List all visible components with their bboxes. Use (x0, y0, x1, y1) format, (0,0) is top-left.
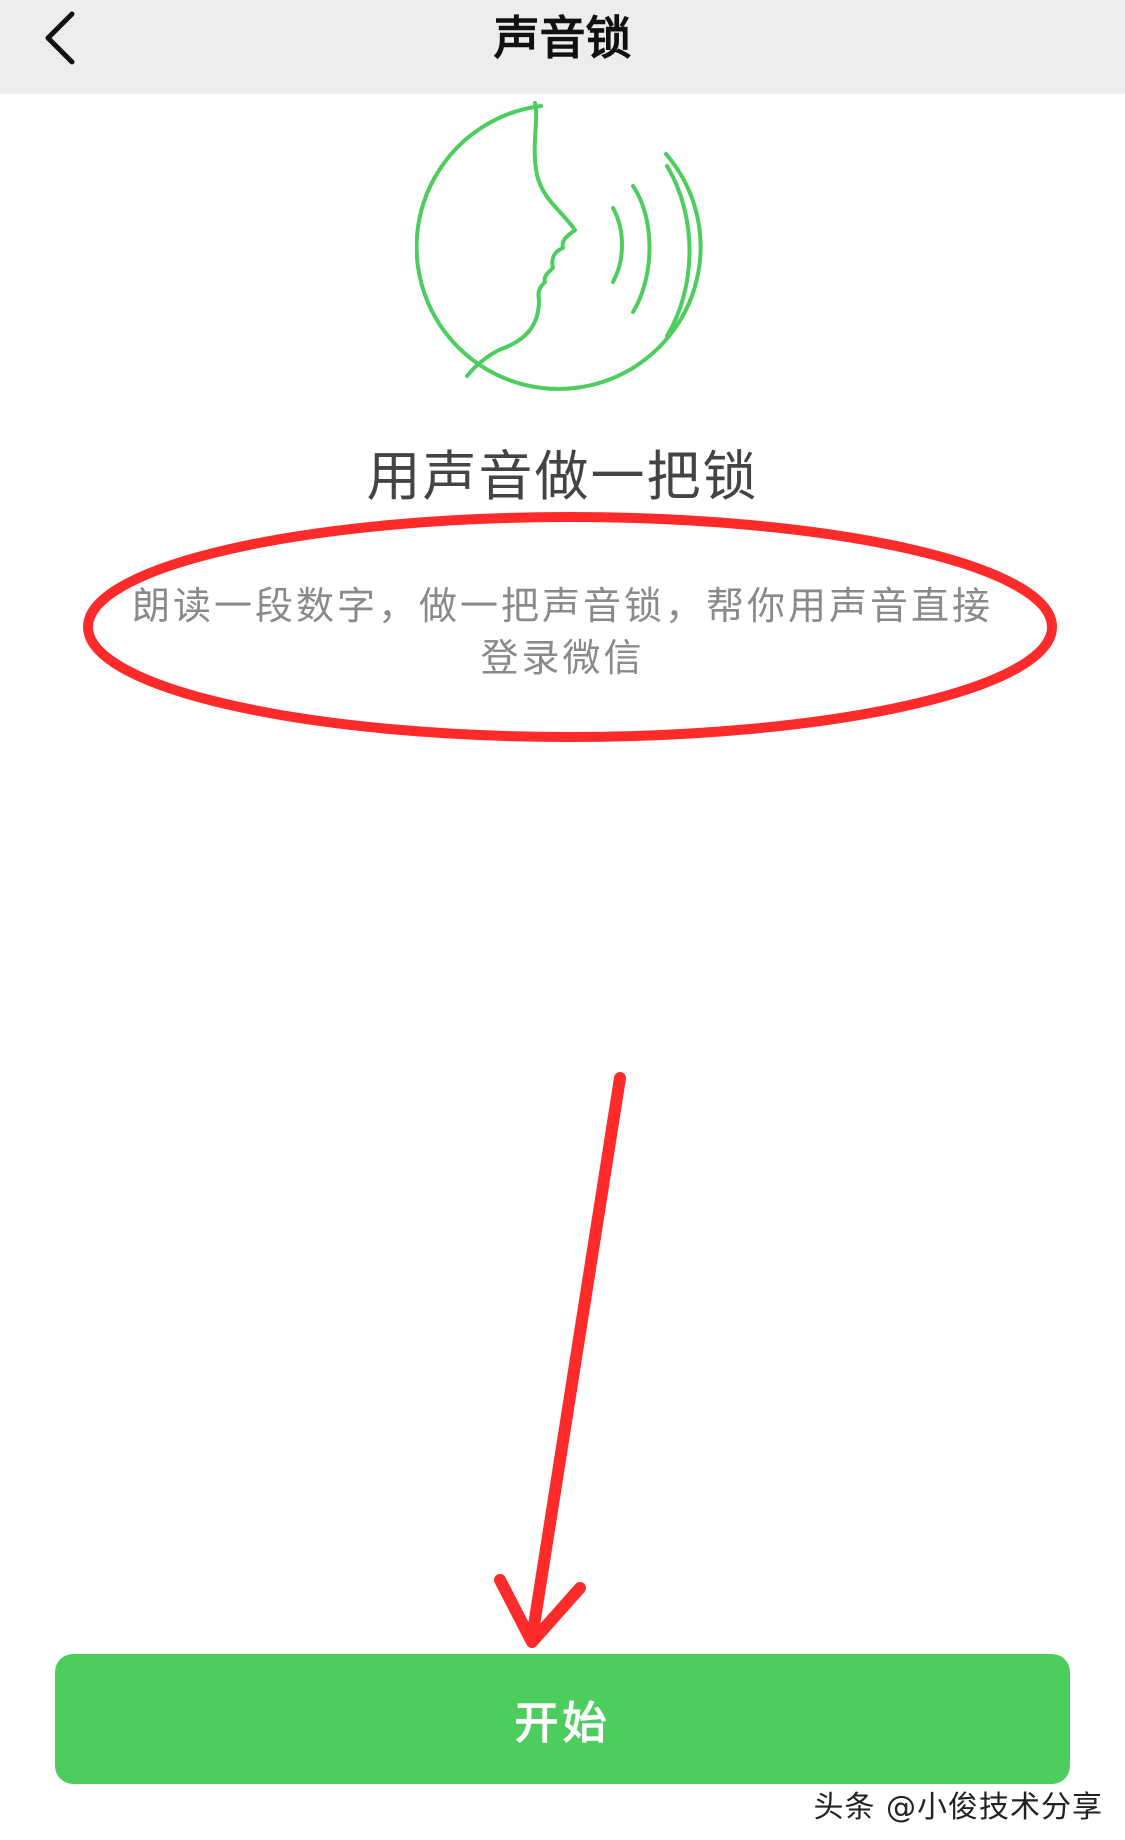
voice-lock-screen: 声音锁 用声音做一把锁 朗读一段数字，做一把声音锁，帮你用声音直接登录微信 开始… (0, 0, 1125, 1840)
description-text: 朗读一段数字，做一把声音锁，帮你用声音直接登录微信 (131, 584, 993, 680)
speaking-face-icon (415, 101, 703, 391)
annotation-arrow-shaft (526, 1072, 626, 1644)
page-title: 声音锁 (493, 11, 632, 65)
watermark: 头条 @小俊技术分享 (813, 1790, 1103, 1825)
annotation-arrow-head (494, 1574, 586, 1648)
headline: 用声音做一把锁 (366, 445, 759, 508)
start-button[interactable]: 开始 (55, 1654, 1070, 1784)
navigation-bar: 声音锁 (0, 0, 1125, 94)
